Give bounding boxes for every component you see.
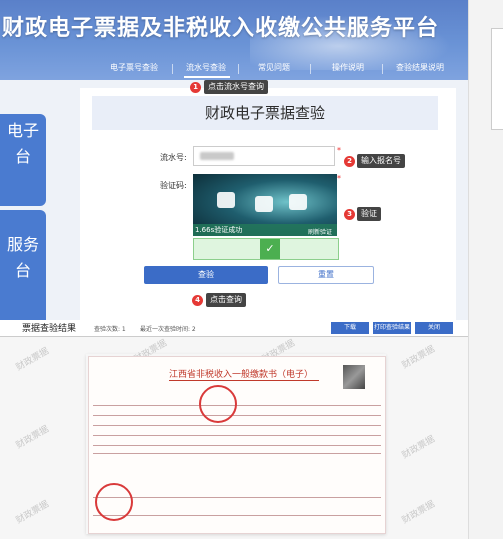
annotation-tip-3: 验证 xyxy=(357,207,381,221)
right-side-panel xyxy=(468,0,503,539)
form-heading: 财政电子票据查验 xyxy=(92,96,438,130)
nav-separator xyxy=(382,64,383,74)
table-line xyxy=(93,453,381,454)
required-mark: * xyxy=(337,174,341,183)
captcha-refresh-link[interactable]: 刷新验证 xyxy=(308,227,332,236)
nav-faq[interactable]: 常见问题 xyxy=(258,62,290,73)
puzzle-piece-icon xyxy=(289,194,307,210)
results-title: 票据查验结果 xyxy=(22,324,77,334)
official-seal-icon xyxy=(95,483,133,521)
annotation-tip-1: 点击流水号查询 xyxy=(204,80,268,94)
nav-ticket-number-check[interactable]: 电子票号查验 xyxy=(110,62,158,73)
redacted-value xyxy=(200,152,234,160)
captcha-slider[interactable]: ✓ xyxy=(193,238,339,260)
page: 财政电子票据及非税收入收缴公共服务平台 电子票号查验 流水号查验 常见问题 操作… xyxy=(0,0,503,539)
serial-number-input[interactable] xyxy=(193,146,335,166)
required-mark: * xyxy=(337,146,341,155)
check-icon[interactable]: ✓ xyxy=(260,239,280,259)
check-count: 查验次数: 1 xyxy=(94,326,126,333)
qr-code-icon xyxy=(343,365,365,389)
official-seal-icon xyxy=(199,385,237,423)
nav-separator xyxy=(172,64,173,74)
receipt-document: 江西省非税收入一般缴款书（电子） xyxy=(88,356,386,534)
table-line xyxy=(93,425,381,426)
annotation-badge-3: 3 xyxy=(344,209,355,220)
receipt-title: 江西省非税收入一般缴款书（电子） xyxy=(169,370,314,380)
table-line xyxy=(93,445,381,446)
table-line xyxy=(93,405,381,406)
nav-result-explanation[interactable]: 查验结果说明 xyxy=(396,62,444,73)
puzzle-piece-icon xyxy=(255,196,273,212)
sidebar-card-bottom[interactable]: 服务 台 xyxy=(0,210,46,332)
annotation-tip-2: 输入报名号 xyxy=(357,154,405,168)
annotation-badge-2: 2 xyxy=(344,156,355,167)
serial-number-label: 流水号: xyxy=(160,153,187,162)
side-widget xyxy=(491,28,503,130)
table-line xyxy=(93,497,381,498)
table-line xyxy=(93,435,381,436)
nav-separator xyxy=(310,64,311,74)
title-underline xyxy=(169,380,319,381)
puzzle-piece-icon xyxy=(217,192,235,208)
nav-serial-number-check[interactable]: 流水号查验 xyxy=(186,62,226,73)
download-button[interactable]: 下载 xyxy=(331,322,369,334)
nav-separator xyxy=(238,64,239,74)
table-line xyxy=(93,515,381,516)
captcha-success-text: 1.66s验证成功 xyxy=(195,226,243,234)
results-toolbar: 票据查验结果 查验次数: 1 最近一次查验时间: 2 下载 打印查验结果 关闭 xyxy=(0,320,468,337)
site-title: 财政电子票据及非税收入收缴公共服务平台 xyxy=(2,16,440,41)
reset-button[interactable]: 重置 xyxy=(278,266,374,284)
table-line xyxy=(93,415,381,416)
top-nav: 电子票号查验 流水号查验 常见问题 操作说明 查验结果说明 xyxy=(96,58,468,80)
nav-active-indicator xyxy=(184,76,230,78)
annotation-tip-4: 点击查询 xyxy=(206,293,246,307)
verify-button[interactable]: 查验 xyxy=(144,266,268,284)
site-header: 财政电子票据及非税收入收缴公共服务平台 电子票号查验 流水号查验 常见问题 操作… xyxy=(0,0,468,80)
nav-instructions[interactable]: 操作说明 xyxy=(332,62,364,73)
close-button[interactable]: 关闭 xyxy=(415,322,453,334)
print-result-button[interactable]: 打印查验结果 xyxy=(373,322,411,334)
captcha-label: 验证码: xyxy=(160,181,187,190)
annotation-badge-4: 4 xyxy=(192,295,203,306)
last-check-time: 最近一次查验时间: 2 xyxy=(140,326,196,333)
sidebar-card-top[interactable]: 电子 台 xyxy=(0,114,46,206)
annotation-badge-1: 1 xyxy=(190,82,201,93)
